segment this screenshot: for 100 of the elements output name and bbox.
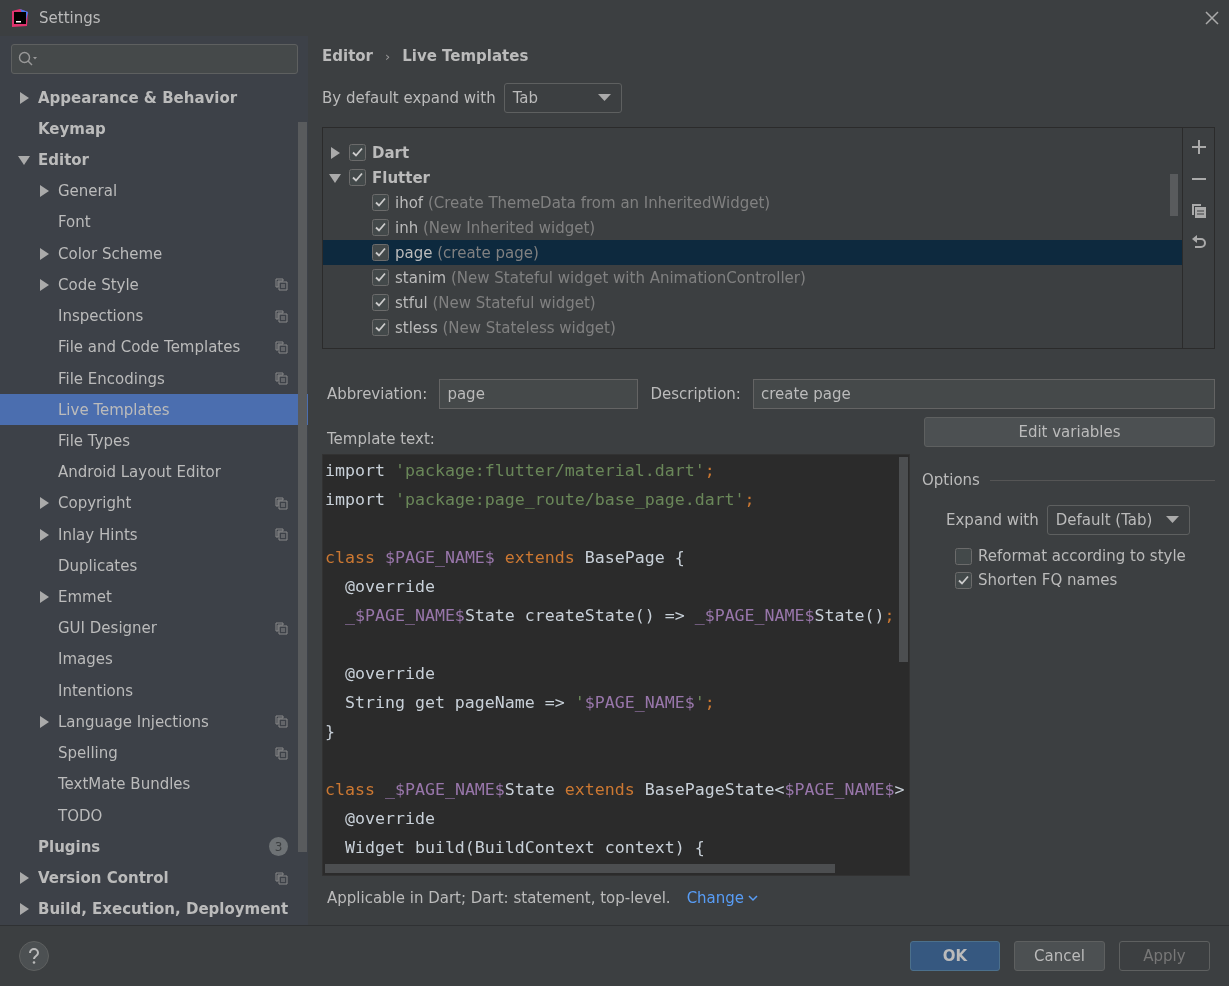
sidebar-item[interactable]: File Encodings	[0, 362, 308, 395]
edit-variables-button[interactable]: Edit variables	[924, 417, 1215, 447]
checkbox[interactable]	[349, 169, 366, 186]
sidebar-item[interactable]: Android Layout Editor	[0, 456, 308, 488]
description-field[interactable]: create page	[752, 379, 1215, 409]
window-title: Settings	[39, 9, 102, 27]
checkbox[interactable]	[372, 294, 389, 311]
sidebar-item[interactable]: Font	[0, 206, 308, 239]
checkbox[interactable]	[372, 244, 389, 261]
search-icon	[18, 50, 38, 67]
sidebar-item[interactable]: Intentions	[0, 675, 308, 707]
expand-dropdown[interactable]: Tab	[503, 83, 622, 113]
help-icon	[28, 948, 40, 964]
sidebar-item[interactable]: File and Code Templates	[0, 331, 308, 363]
checkbox[interactable]	[955, 547, 972, 565]
breadcrumb-item[interactable]: Live Templates	[402, 47, 529, 65]
change-link[interactable]: Change	[686, 889, 759, 907]
abbreviation-field[interactable]: page	[439, 379, 639, 409]
collapsed-arrow-icon[interactable]	[38, 591, 50, 604]
help-button[interactable]	[19, 941, 49, 971]
breadcrumb-separator: ›	[385, 48, 391, 64]
expand-with-dropdown[interactable]: Default (Tab)	[1046, 505, 1190, 535]
checkbox-label[interactable]: Reformat according to style	[978, 547, 1186, 565]
checkbox[interactable]	[372, 269, 389, 286]
checkbox[interactable]	[955, 571, 972, 589]
scrollbar[interactable]	[298, 122, 307, 852]
sidebar-item[interactable]: Inlay Hints	[0, 519, 308, 551]
search-field[interactable]	[11, 44, 298, 74]
collapsed-arrow-icon[interactable]	[18, 91, 30, 104]
sidebar-item[interactable]: TextMate Bundles	[0, 768, 308, 800]
sidebar-item[interactable]: Language Injections	[0, 706, 308, 738]
copy-icon[interactable]	[1190, 203, 1207, 219]
sidebar-item[interactable]: Emmet	[0, 581, 308, 613]
collapsed-arrow-icon[interactable]	[18, 903, 30, 916]
code-line: @override	[343, 576, 436, 598]
app-logo-icon	[10, 8, 30, 28]
template-text-label: Template text:	[326, 430, 436, 448]
code-line: @override	[343, 663, 436, 685]
collapsed-arrow-icon[interactable]	[38, 528, 50, 541]
template-row[interactable]: ihof (Create ThemeData from an InheritedWidget)	[323, 190, 1182, 215]
sidebar-item[interactable]: Build, Execution, Deployment	[0, 893, 308, 925]
expand-with-label: By default expand with	[322, 89, 496, 107]
collapsed-arrow-icon[interactable]	[38, 497, 50, 510]
sidebar-item[interactable]: Color Scheme	[0, 238, 308, 270]
applicable-context-text: Applicable in Dart; Dart: statement, top-level.	[327, 889, 671, 907]
collapsed-arrow-icon[interactable]	[38, 185, 50, 198]
sidebar-item[interactable]: Version Control	[0, 862, 308, 894]
template-row[interactable]: inh (New Inherited widget)	[323, 215, 1182, 240]
sidebar-item[interactable]: TODO	[0, 799, 308, 832]
expanded-arrow-icon[interactable]	[18, 154, 30, 166]
code-line: _$PAGE_NAME$State createState() => _$PAGE_NAME$State();	[343, 605, 896, 627]
scrollbar[interactable]	[325, 864, 835, 873]
code-line: String get pageName => '$PAGE_NAME$';	[343, 692, 716, 714]
checkbox[interactable]	[372, 319, 389, 336]
code-line: import 'package:page_route/base_page.dart';	[324, 489, 756, 511]
sidebar-item[interactable]: Images	[0, 643, 308, 676]
sidebar-item[interactable]: Editor	[0, 144, 308, 176]
sidebar-item[interactable]: Keymap	[0, 113, 308, 145]
dialog-button[interactable]: Cancel	[1014, 941, 1105, 971]
scrollbar[interactable]	[1170, 174, 1178, 216]
checkbox[interactable]	[372, 219, 389, 236]
code-editor[interactable]	[322, 454, 910, 876]
code-line: class _$PAGE_NAME$State extends BasePageState<$PAGE_NAME$>	[324, 779, 906, 801]
checkbox[interactable]	[349, 144, 366, 161]
template-row[interactable]: stless (New Stateless widget)	[323, 315, 1182, 340]
sidebar-item[interactable]: Inspections	[0, 300, 308, 332]
undo-icon[interactable]	[1190, 235, 1207, 251]
expanded-arrow-icon[interactable]	[329, 171, 341, 184]
sidebar-item[interactable]: Spelling	[0, 737, 308, 769]
options-heading: Options	[922, 471, 980, 489]
code-line: }	[324, 721, 336, 743]
sidebar-item[interactable]: General	[0, 175, 308, 207]
template-row[interactable]: stanim (New Stateful widget with AnimationController)	[323, 265, 1182, 290]
sidebar-item[interactable]: Code Style	[0, 269, 308, 301]
sidebar-item[interactable]: Duplicates	[0, 550, 308, 582]
sidebar-item[interactable]: GUI Designer	[0, 612, 308, 644]
add-icon[interactable]	[1191, 140, 1206, 154]
dialog-button[interactable]: OK	[910, 941, 1000, 971]
checkbox-label[interactable]: Shorten FQ names	[978, 571, 1118, 589]
expand-with-label: Expand with	[946, 511, 1039, 529]
close-icon[interactable]	[1205, 11, 1219, 25]
collapsed-arrow-icon[interactable]	[38, 715, 50, 728]
sidebar-item[interactable]: File Types	[0, 425, 308, 457]
checkbox[interactable]	[372, 194, 389, 211]
template-row[interactable]: stful (New Stateful widget)	[323, 290, 1182, 315]
collapsed-arrow-icon[interactable]	[329, 146, 341, 159]
code-line: class $PAGE_NAME$ extends BasePage {	[324, 547, 686, 569]
description-label: Description:	[650, 385, 741, 403]
template-group-row[interactable]: Flutter	[323, 165, 1182, 190]
breadcrumb-item[interactable]: Editor	[322, 47, 373, 65]
code-line: @override	[343, 808, 436, 830]
chevron-down-icon	[748, 894, 759, 902]
collapsed-arrow-icon[interactable]	[18, 872, 30, 884]
template-row[interactable]: page (create page)	[323, 240, 1182, 265]
collapsed-arrow-icon[interactable]	[38, 278, 50, 291]
sidebar-item[interactable]: Copyright	[0, 487, 308, 519]
collapsed-arrow-icon[interactable]	[38, 247, 50, 260]
sidebar-item[interactable]: Appearance & Behavior	[0, 81, 308, 114]
template-group-row[interactable]: Dart	[323, 140, 1182, 165]
scrollbar[interactable]	[899, 457, 908, 662]
